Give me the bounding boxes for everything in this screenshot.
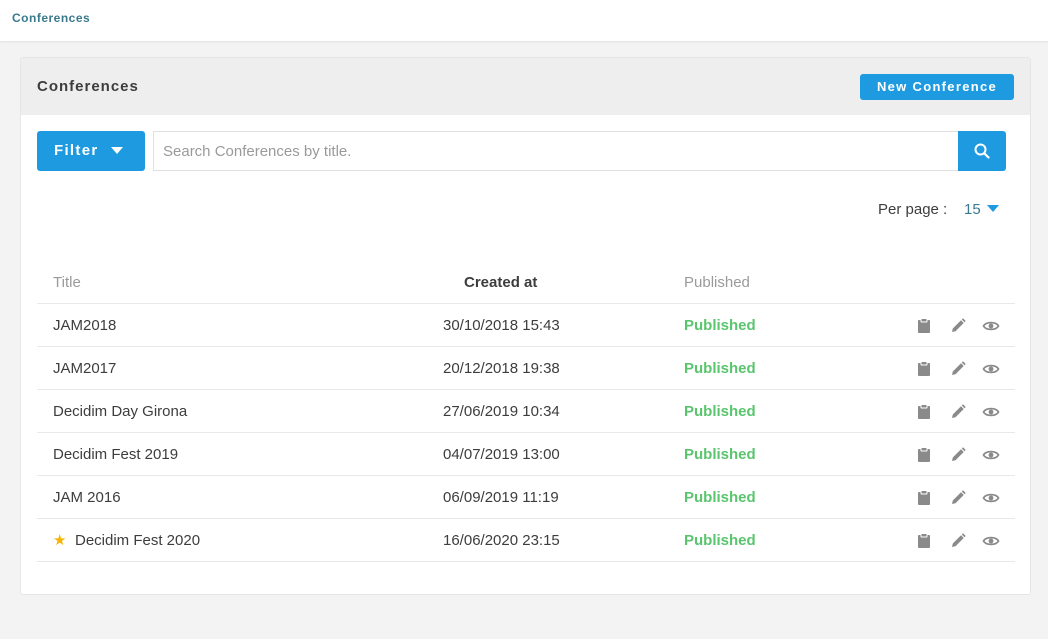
table-row: Decidim Fest 2019 04/07/2019 13:00 Publi… xyxy=(37,433,1015,476)
conference-title: Decidim Fest 2019 xyxy=(53,446,179,463)
search-button[interactable] xyxy=(958,131,1006,171)
pencil-icon[interactable] xyxy=(949,360,967,378)
created-at: 06/09/2019 11:19 xyxy=(443,489,559,506)
column-header-published[interactable]: Published xyxy=(684,274,750,291)
card-title: Conferences xyxy=(37,78,139,95)
conference-title: Decidim Day Girona xyxy=(53,403,188,420)
table-row: JAM2018 30/10/2018 15:43 Published xyxy=(37,304,1015,347)
new-conference-button[interactable]: New Conference xyxy=(860,74,1014,100)
clipboard-icon[interactable] xyxy=(915,446,933,464)
published-status: Published xyxy=(684,403,756,420)
top-bar: Conferences xyxy=(0,0,1048,41)
eye-icon[interactable] xyxy=(982,403,1000,421)
conference-title: JAM2017 xyxy=(53,360,117,377)
table-row: JAM 2016 06/09/2019 11:19 Published xyxy=(37,476,1015,519)
column-header-created-at[interactable]: Created at xyxy=(464,274,537,291)
table-body: JAM2018 30/10/2018 15:43 Published JAM20… xyxy=(37,304,1015,562)
conferences-card: Conferences New Conference Filter Per pa… xyxy=(20,57,1031,595)
caret-down-icon[interactable] xyxy=(987,205,999,212)
pencil-icon[interactable] xyxy=(949,317,967,335)
eye-icon[interactable] xyxy=(982,360,1000,378)
breadcrumb[interactable]: Conferences xyxy=(12,11,90,25)
created-at: 20/12/2018 19:38 xyxy=(443,360,560,377)
table-row: ★ Decidim Fest 2020 16/06/2020 23:15 Pub… xyxy=(37,519,1015,562)
created-at: 27/06/2019 10:34 xyxy=(443,403,560,420)
pencil-icon[interactable] xyxy=(949,489,967,507)
search-input[interactable] xyxy=(153,131,959,171)
created-at: 30/10/2018 15:43 xyxy=(443,317,560,334)
filter-button[interactable]: Filter xyxy=(37,131,145,171)
clipboard-icon[interactable] xyxy=(915,317,933,335)
pencil-icon[interactable] xyxy=(949,446,967,464)
published-status: Published xyxy=(684,360,756,377)
eye-icon[interactable] xyxy=(982,317,1000,335)
table-row: Decidim Day Girona 27/06/2019 10:34 Publ… xyxy=(37,390,1015,433)
eye-icon[interactable] xyxy=(982,489,1000,507)
column-header-title[interactable]: Title xyxy=(53,274,81,291)
clipboard-icon[interactable] xyxy=(915,403,933,421)
caret-down-icon xyxy=(111,147,123,154)
clipboard-icon[interactable] xyxy=(915,489,933,507)
published-status: Published xyxy=(684,532,756,549)
clipboard-icon[interactable] xyxy=(915,360,933,378)
eye-icon[interactable] xyxy=(982,532,1000,550)
published-status: Published xyxy=(684,446,756,463)
table-row: JAM2017 20/12/2018 19:38 Published xyxy=(37,347,1015,390)
per-page-label: Per page : xyxy=(878,201,948,218)
conference-title: Decidim Fest 2020 xyxy=(75,532,201,549)
conference-title: JAM 2016 xyxy=(53,489,121,506)
card-header: Conferences New Conference xyxy=(21,58,1030,115)
filter-button-label: Filter xyxy=(54,142,99,159)
published-status: Published xyxy=(684,489,756,506)
eye-icon[interactable] xyxy=(982,446,1000,464)
conference-title: JAM2018 xyxy=(53,317,117,334)
pencil-icon[interactable] xyxy=(949,532,967,550)
star-icon: ★ xyxy=(53,532,67,549)
per-page-select[interactable]: 15 xyxy=(964,201,981,218)
pencil-icon[interactable] xyxy=(949,403,967,421)
created-at: 16/06/2020 23:15 xyxy=(443,532,560,549)
clipboard-icon[interactable] xyxy=(915,532,933,550)
search-icon xyxy=(974,143,990,159)
created-at: 04/07/2019 13:00 xyxy=(443,446,560,463)
published-status: Published xyxy=(684,317,756,334)
conferences-table: Title Created at Published JAM2018 30/10… xyxy=(37,261,1015,562)
table-header: Title Created at Published xyxy=(37,261,1015,304)
